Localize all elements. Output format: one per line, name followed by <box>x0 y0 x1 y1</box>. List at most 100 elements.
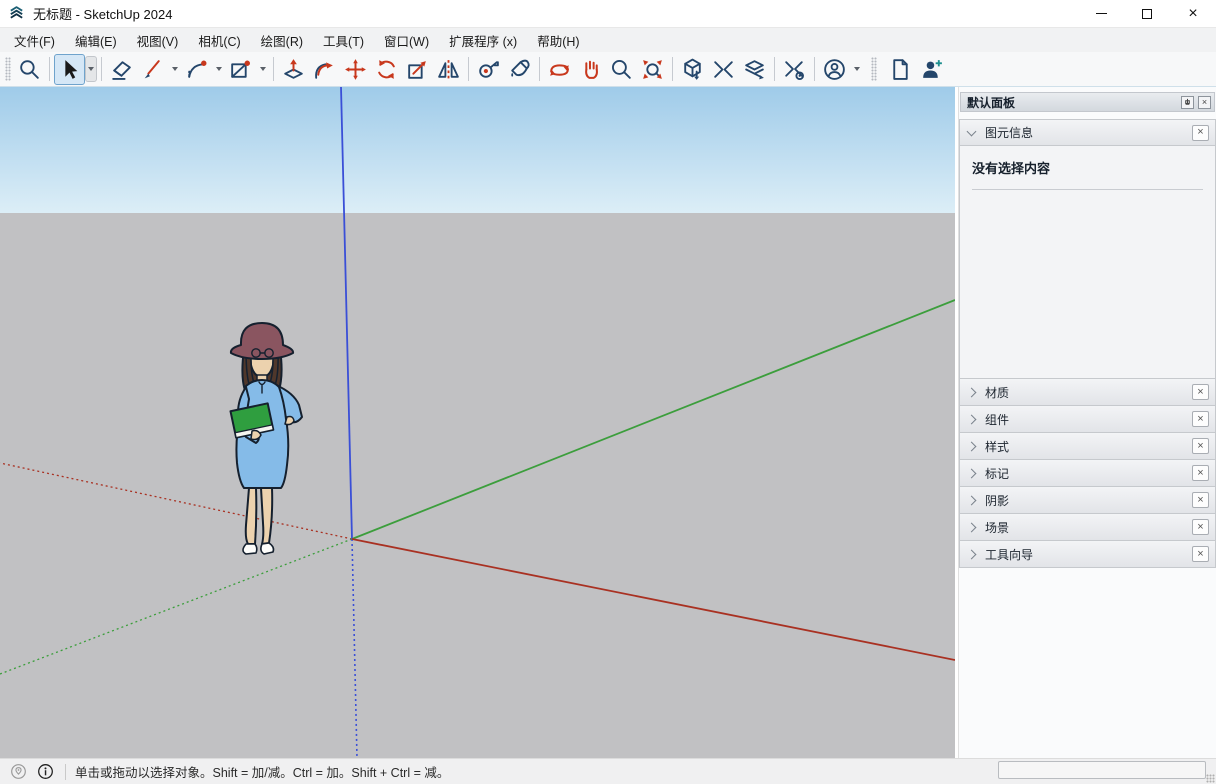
toolbar-grip-2[interactable] <box>871 57 877 81</box>
no-selection-text: 没有选择内容 <box>972 161 1051 176</box>
follow-me-tool-button[interactable] <box>309 54 340 85</box>
menu-file[interactable]: 文件(F) <box>4 28 65 53</box>
select-arrow-icon <box>65 59 78 79</box>
extension-manager-button[interactable] <box>779 54 810 85</box>
send-to-layout-button[interactable] <box>739 54 770 85</box>
geolocation-button[interactable] <box>10 763 27 780</box>
chevron-right-icon <box>966 441 977 451</box>
3d-warehouse-button[interactable] <box>677 54 708 85</box>
menu-bar: 文件(F) 编辑(E) 视图(V) 相机(C) 绘图(R) 工具(T) 窗口(W… <box>0 28 1216 52</box>
zoom-tool-button[interactable] <box>606 54 637 85</box>
rotate-tool-button[interactable] <box>371 54 402 85</box>
flip-tool-button[interactable] <box>433 54 464 85</box>
maximize-icon <box>1142 8 1152 19</box>
ground <box>0 213 955 758</box>
minimize-button[interactable] <box>1078 0 1124 28</box>
pin-icon <box>1185 98 1190 105</box>
toolbar <box>0 52 1216 87</box>
styles-close-button[interactable]: × <box>1192 438 1209 454</box>
account-button[interactable] <box>819 54 850 85</box>
scale-tool-button[interactable] <box>402 54 433 85</box>
3d-viewport[interactable] <box>0 87 955 758</box>
paint-bucket-tool-button[interactable] <box>504 54 535 85</box>
account-dropdown[interactable] <box>850 56 863 82</box>
line-tool-dropdown[interactable] <box>168 56 181 82</box>
sky <box>0 87 955 213</box>
tape-measure-tool-button[interactable] <box>473 54 504 85</box>
entity-info-body: 没有选择内容 <box>959 146 1216 379</box>
eraser-tool-button[interactable] <box>106 54 137 85</box>
search-tool-button[interactable] <box>14 54 45 85</box>
menu-camera[interactable]: 相机(C) <box>188 28 250 53</box>
move-icon <box>345 58 366 80</box>
section-components[interactable]: 组件 × <box>959 406 1216 433</box>
menu-draw[interactable]: 绘图(R) <box>251 28 313 53</box>
select-tool-dropdown[interactable] <box>85 56 97 82</box>
menu-help[interactable]: 帮助(H) <box>527 28 589 53</box>
chevron-right-icon <box>966 522 977 532</box>
section-shadows[interactable]: 阴影 × <box>959 487 1216 514</box>
pan-hand-icon <box>585 60 598 79</box>
materials-close-button[interactable]: × <box>1192 384 1209 400</box>
shadows-close-button[interactable]: × <box>1192 492 1209 508</box>
arc-tool-dropdown[interactable] <box>212 56 225 82</box>
scenes-close-button[interactable]: × <box>1192 519 1209 535</box>
follow-me-icon <box>315 61 333 79</box>
new-file-button[interactable] <box>885 54 916 85</box>
menu-view[interactable]: 视图(V) <box>127 28 189 53</box>
viewport-canvas <box>0 87 955 758</box>
select-tool-button[interactable] <box>54 53 85 85</box>
tape-measure-icon <box>479 60 499 78</box>
default-tray-panel: 默认面板 × 图元信息 × 没有选择内容 材质 × 组件 × 样式 × 标记 ×… <box>958 87 1216 758</box>
tray-title: 默认面板 <box>967 95 1016 110</box>
extension-warehouse-button[interactable] <box>708 54 739 85</box>
3d-warehouse-icon <box>684 58 701 80</box>
section-styles[interactable]: 样式 × <box>959 433 1216 460</box>
status-hint-text: 单击或拖动以选择对象。Shift = 加/减。Ctrl = 加。Shift + … <box>75 766 450 780</box>
section-materials[interactable]: 材质 × <box>959 379 1216 406</box>
info-button[interactable] <box>37 763 54 780</box>
paint-bucket-icon <box>511 59 530 77</box>
entity-info-close-button[interactable]: × <box>1192 124 1209 141</box>
shapes-tool-dropdown[interactable] <box>256 56 269 82</box>
menu-window[interactable]: 窗口(W) <box>374 28 439 53</box>
chevron-right-icon <box>966 468 977 478</box>
menu-extensions[interactable]: 扩展程序 (x) <box>439 28 527 53</box>
toolbar-grip[interactable] <box>5 57 11 81</box>
components-close-button[interactable]: × <box>1192 411 1209 427</box>
orbit-tool-button[interactable] <box>544 54 575 85</box>
section-entity-info[interactable]: 图元信息 × <box>959 119 1216 146</box>
menu-tools[interactable]: 工具(T) <box>313 28 374 53</box>
section-instructor[interactable]: 工具向导 × <box>959 541 1216 568</box>
entity-info-label: 图元信息 <box>985 126 1034 140</box>
shapes-tool-button[interactable] <box>225 54 256 85</box>
chevron-right-icon <box>966 387 977 397</box>
tags-close-button[interactable]: × <box>1192 465 1209 481</box>
tray-pin-button[interactable] <box>1181 95 1194 109</box>
sketchup-logo-icon <box>10 6 23 19</box>
section-tags[interactable]: 标记 × <box>959 460 1216 487</box>
main-area: 默认面板 × 图元信息 × 没有选择内容 材质 × 组件 × 样式 × 标记 ×… <box>0 87 1216 758</box>
window-title: 无标题 - SketchUp 2024 <box>33 7 173 22</box>
line-tool-button[interactable] <box>137 54 168 85</box>
arc-tool-button[interactable] <box>181 54 212 85</box>
measurements-input[interactable] <box>998 761 1206 779</box>
orbit-icon <box>550 63 569 76</box>
title-bar: 无标题 - SketchUp 2024 × <box>0 0 1216 28</box>
flip-icon <box>438 59 459 79</box>
section-scenes[interactable]: 场景 × <box>959 514 1216 541</box>
instructor-close-button[interactable]: × <box>1192 546 1209 562</box>
tray-header[interactable]: 默认面板 × <box>960 92 1215 112</box>
account-icon <box>824 58 845 80</box>
rectangle-icon <box>231 60 250 78</box>
invite-button[interactable] <box>916 54 947 85</box>
tray-close-button[interactable]: × <box>1198 95 1211 109</box>
move-tool-button[interactable] <box>340 54 371 85</box>
maximize-button[interactable] <box>1124 0 1170 28</box>
window-resize-grip[interactable] <box>1206 774 1215 783</box>
zoom-extents-button[interactable] <box>637 54 668 85</box>
pan-tool-button[interactable] <box>575 54 606 85</box>
push-pull-tool-button[interactable] <box>278 54 309 85</box>
menu-edit[interactable]: 编辑(E) <box>65 28 127 53</box>
close-button[interactable]: × <box>1170 0 1216 28</box>
